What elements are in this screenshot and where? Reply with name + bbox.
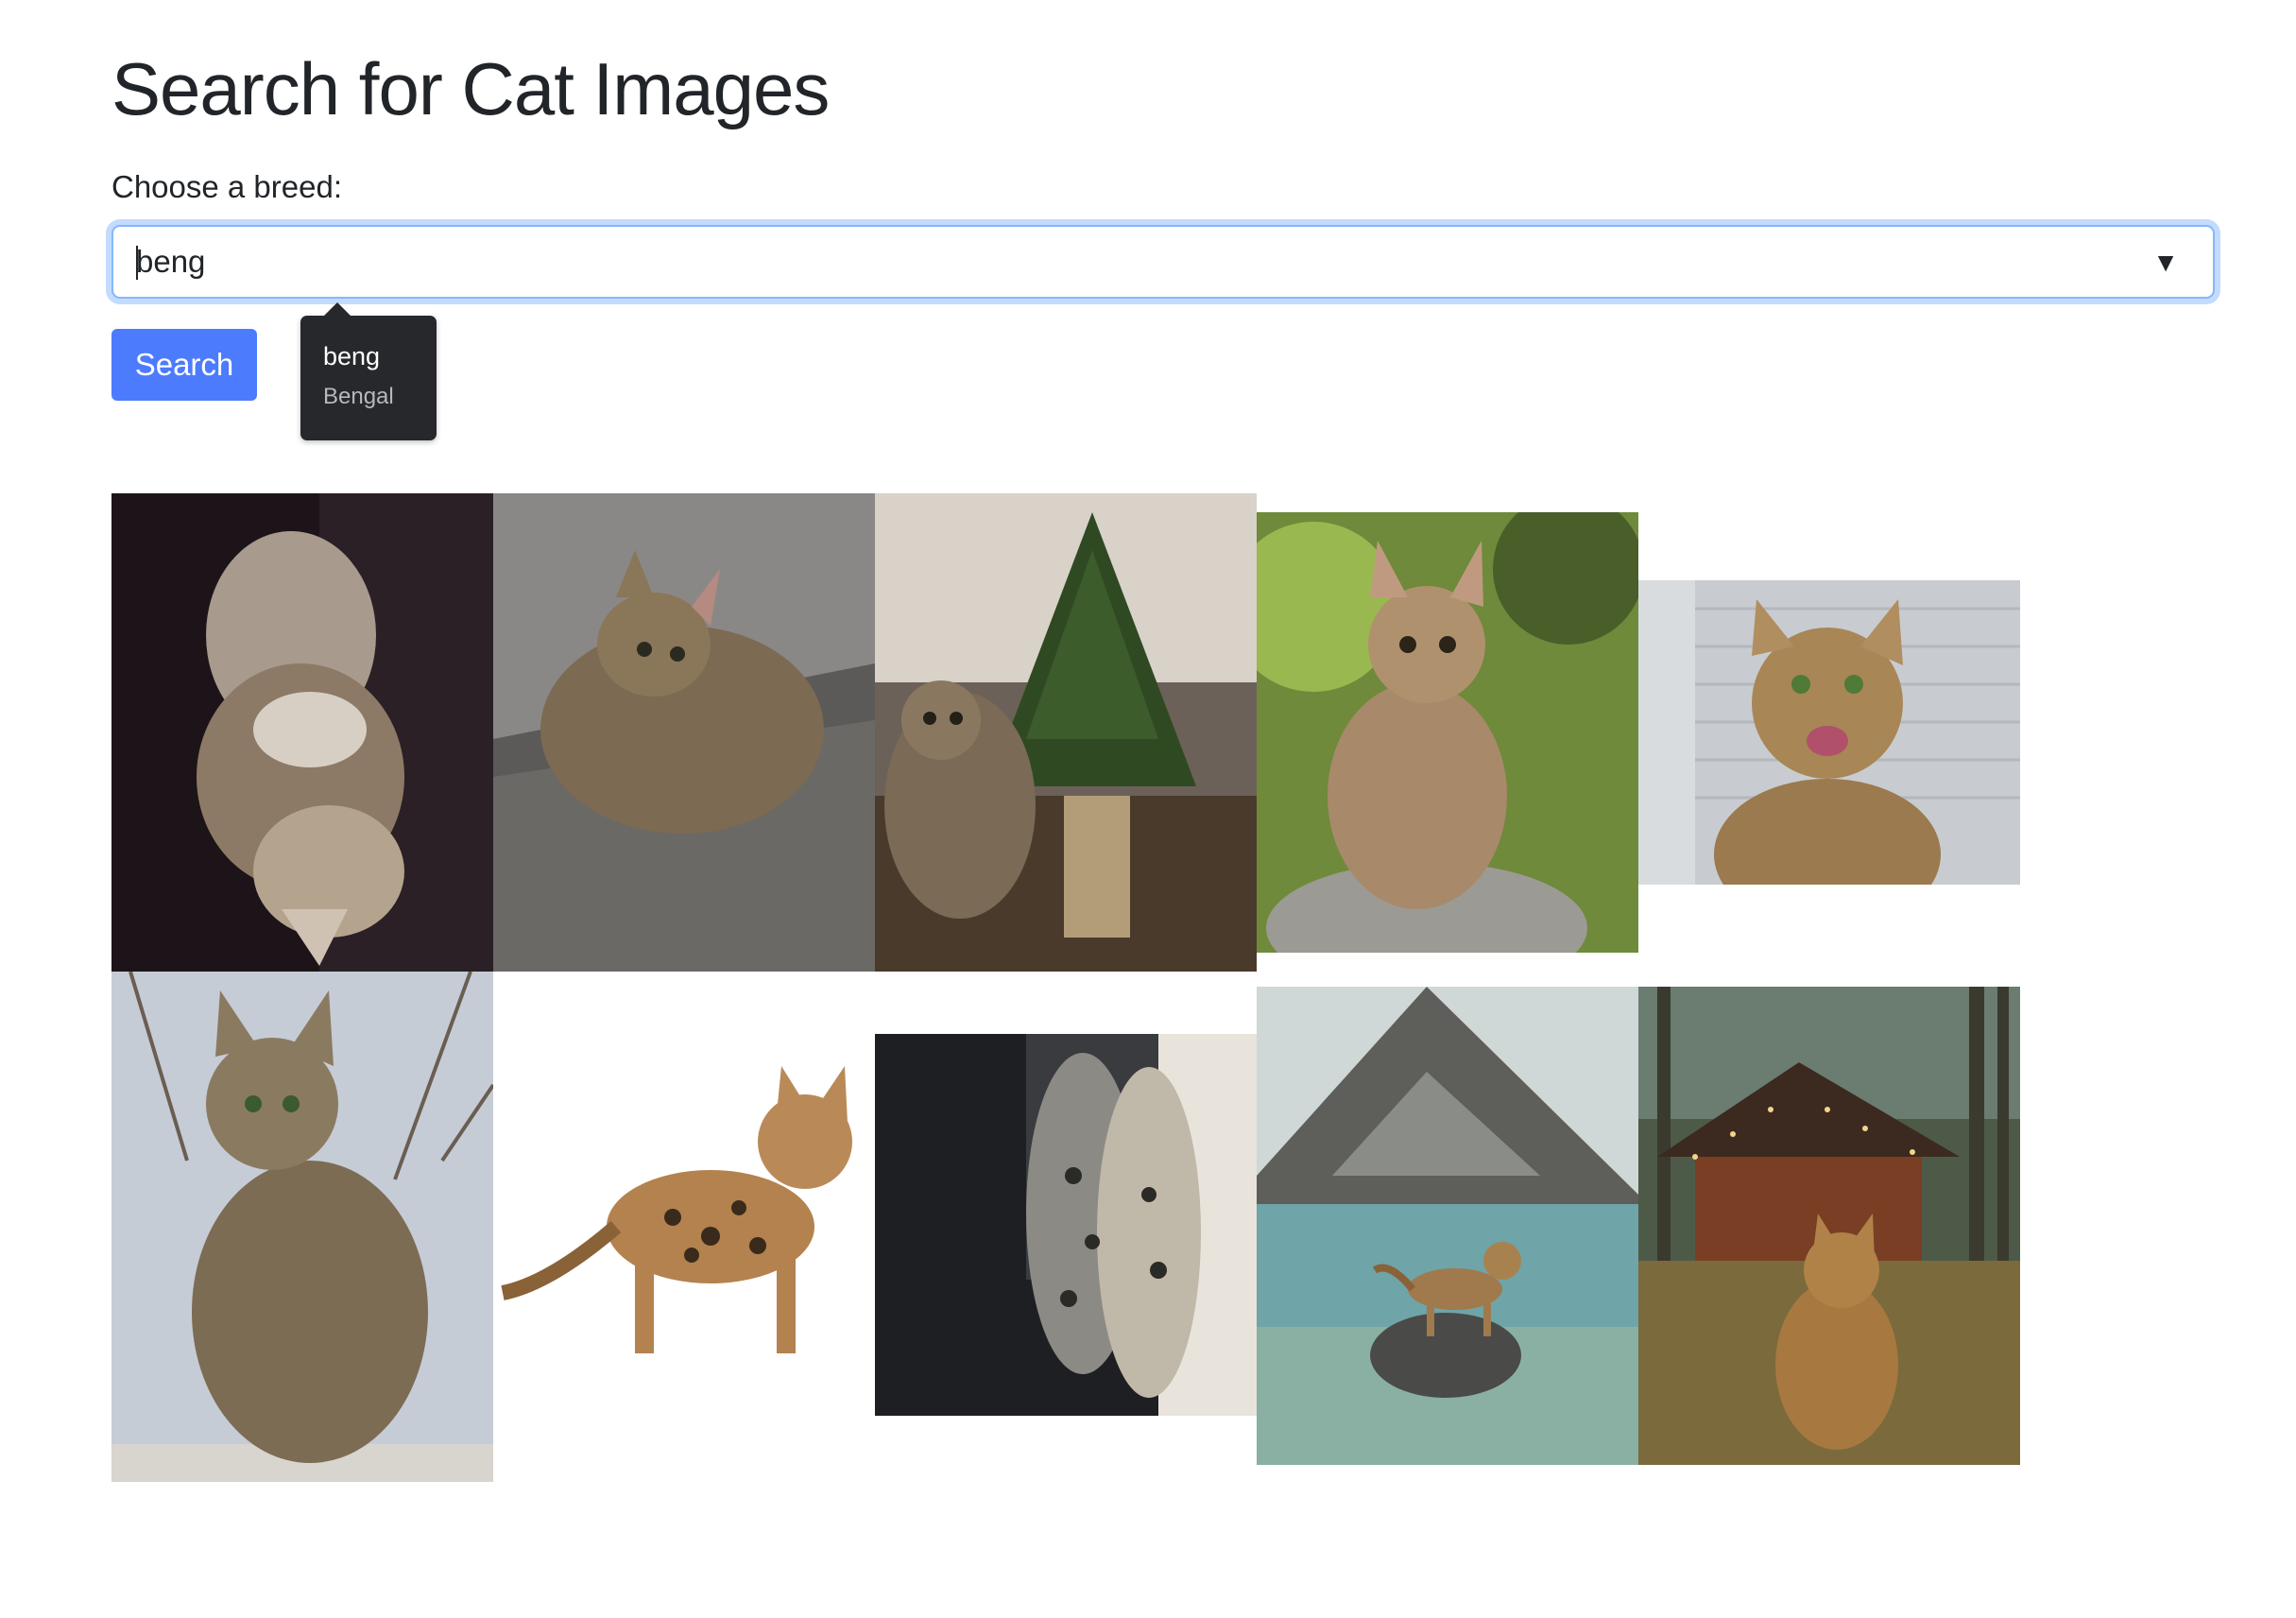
cat-photo-10 [1638, 987, 2020, 1465]
cat-photo-7 [493, 972, 875, 1353]
suggestion-label[interactable]: Bengal [323, 384, 394, 410]
cat-photo-10-image [1638, 987, 2020, 1465]
caret-down-icon[interactable]: ▼ [2152, 246, 2179, 280]
cat-photo-9 [1257, 987, 1638, 1465]
cat-photo-1 [111, 493, 493, 972]
cat-photo-7-image [493, 972, 875, 1353]
cat-photo-6-image [111, 972, 493, 1482]
breed-input[interactable] [136, 227, 2139, 297]
cat-photo-3 [875, 493, 1257, 972]
cat-photo-4-image [1257, 512, 1638, 953]
search-button[interactable]: Search [111, 329, 257, 401]
page: Search for Cat Images Choose a breed: ▼ … [0, 0, 2296, 1618]
breed-label: Choose a breed: [111, 169, 343, 204]
breed-combobox[interactable]: ▼ [111, 225, 2215, 299]
cat-photo-9-image [1257, 987, 1638, 1465]
cat-photo-5 [1638, 580, 2020, 885]
page-title: Search for Cat Images [111, 47, 830, 130]
cat-photo-6 [111, 972, 493, 1482]
cat-photo-8 [875, 1034, 1257, 1416]
cat-photo-3-image [875, 493, 1257, 972]
suggestion-value[interactable]: beng [323, 342, 380, 371]
cat-photo-2-image [493, 493, 875, 972]
cat-photo-8-image [875, 1034, 1257, 1416]
autocomplete-suggestion[interactable]: beng Bengal [300, 302, 437, 440]
text-cursor [136, 246, 138, 280]
cat-photo-2 [493, 493, 875, 972]
cat-photo-5-image [1638, 580, 2020, 885]
cat-photo-1-image [111, 493, 493, 972]
cat-photo-4 [1257, 512, 1638, 953]
